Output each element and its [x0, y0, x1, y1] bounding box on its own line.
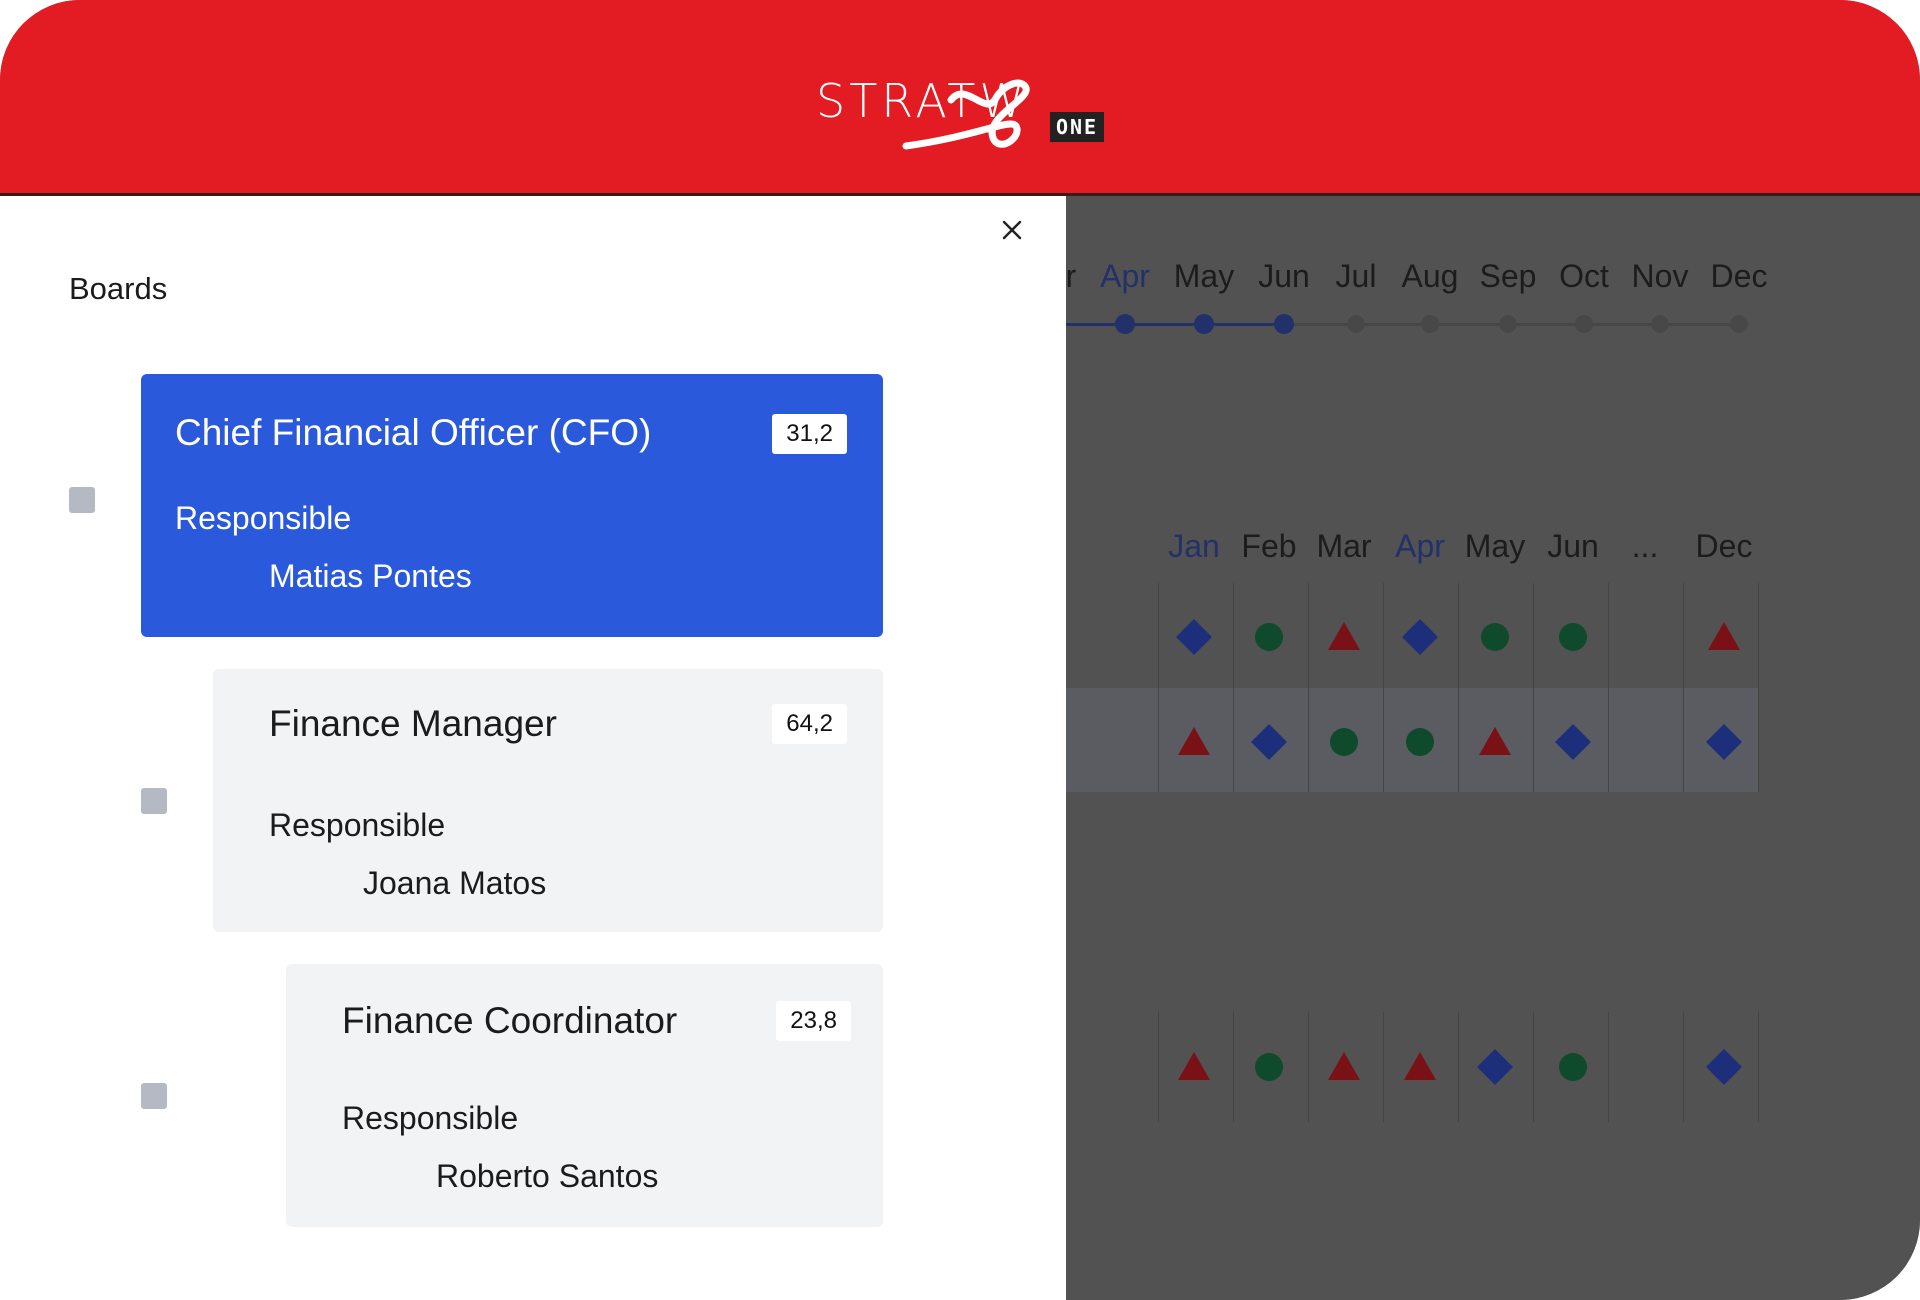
diamond-status-icon[interactable] — [1704, 1047, 1744, 1087]
board-title: Finance Coordinator — [342, 1000, 678, 1041]
grid-separator — [1233, 583, 1234, 792]
grid-separator — [1758, 1012, 1759, 1122]
timeline-connector — [1508, 323, 1584, 326]
grid-month-label: Feb — [1241, 528, 1297, 564]
board-card-finance-manager[interactable]: Finance Manager 64,2 Responsible Joana M… — [213, 669, 883, 932]
grid-separator — [1158, 1012, 1159, 1122]
board-title: Chief Financial Officer (CFO) — [175, 412, 652, 453]
grid-separator — [1308, 583, 1309, 792]
timeline-dot[interactable] — [1347, 315, 1365, 333]
grid-month-label: ... — [1631, 528, 1659, 564]
triangle-status-icon[interactable] — [1174, 1047, 1214, 1087]
logo-badge: ONE — [1050, 112, 1104, 142]
responsible-name: Roberto Santos — [436, 1158, 659, 1194]
timeline-month-may[interactable]: May — [1174, 258, 1234, 295]
diamond-status-icon[interactable] — [1249, 722, 1289, 762]
timeline-dot[interactable] — [1499, 315, 1517, 333]
triangle-status-icon[interactable] — [1174, 722, 1214, 762]
timeline-dot[interactable] — [1115, 314, 1135, 334]
grid-separator — [1383, 1012, 1384, 1122]
app-header: STRATW ONE — [0, 0, 1920, 196]
timeline-month-jun[interactable]: Jun — [1258, 258, 1310, 295]
board-card-finance-coordinator[interactable]: Finance Coordinator 23,8 Responsible Rob… — [286, 964, 883, 1227]
grid-separator — [1683, 583, 1684, 792]
board-score: 64,2 — [772, 704, 847, 744]
timeline-month-nov[interactable]: Nov — [1632, 258, 1689, 295]
timeline-month-dec[interactable]: Dec — [1711, 258, 1768, 295]
diamond-status-icon[interactable] — [1475, 1047, 1515, 1087]
circle-status-icon[interactable] — [1475, 617, 1515, 657]
timeline-month-sep[interactable]: Sep — [1480, 258, 1537, 295]
grid-month-label: Mar — [1316, 528, 1372, 564]
board-score: 23,8 — [776, 1001, 851, 1041]
grid-month-label: Jun — [1547, 528, 1599, 564]
timeline-connector — [1356, 323, 1430, 326]
responsible-name: Matias Pontes — [269, 558, 472, 594]
timeline-dot[interactable] — [1730, 315, 1748, 333]
grid-month-label: Apr — [1395, 528, 1445, 564]
diamond-status-icon[interactable] — [1400, 617, 1440, 657]
circle-status-icon[interactable] — [1553, 1047, 1593, 1087]
timeline-connector — [1284, 323, 1356, 326]
app-frame: STRATW ONE r Apr May Jun Jul Aug Sep Oct Nov Dec … — [0, 0, 1920, 1300]
triangle-status-icon[interactable] — [1324, 617, 1364, 657]
timeline-month-apr[interactable]: Apr — [1100, 258, 1150, 295]
grid-separator — [1758, 583, 1759, 792]
responsible-label: Responsible — [269, 807, 446, 843]
grid-separator — [1608, 583, 1609, 792]
close-icon[interactable] — [998, 216, 1026, 244]
timeline-month-aug[interactable]: Aug — [1402, 258, 1459, 295]
timeline-dot[interactable] — [1274, 314, 1294, 334]
triangle-status-icon[interactable] — [1400, 1047, 1440, 1087]
brand-logo[interactable]: STRATW ONE — [816, 72, 1106, 152]
circle-status-icon[interactable] — [1553, 617, 1593, 657]
grid-separator — [1383, 583, 1384, 792]
grid-separator — [1458, 583, 1459, 792]
circle-status-icon[interactable] — [1324, 722, 1364, 762]
grid-month-label: Dec — [1695, 528, 1753, 564]
timeline-dot[interactable] — [1421, 315, 1439, 333]
grid-month-label: Jan — [1168, 528, 1220, 564]
responsible-name: Joana Matos — [363, 865, 547, 901]
timeline-connector — [1660, 323, 1739, 326]
timeline-month-jul[interactable]: Jul — [1336, 258, 1377, 295]
timeline-month-partial: r — [1065, 258, 1077, 294]
board-checkbox[interactable] — [141, 1083, 167, 1109]
board-card-cfo[interactable]: Chief Financial Officer (CFO) 31,2 Respo… — [141, 374, 883, 637]
circle-status-icon[interactable] — [1249, 617, 1289, 657]
grid-separator — [1458, 1012, 1459, 1122]
timeline-dot[interactable] — [1194, 314, 1214, 334]
grid-separator — [1158, 583, 1159, 792]
timeline-connector — [1584, 323, 1660, 326]
diamond-status-icon[interactable] — [1704, 722, 1744, 762]
responsible-label: Responsible — [342, 1100, 519, 1136]
grid-separator — [1308, 1012, 1309, 1122]
triangle-status-icon[interactable] — [1704, 617, 1744, 657]
grid-separator — [1233, 1012, 1234, 1122]
grid-separator — [1608, 1012, 1609, 1122]
timeline-month-oct[interactable]: Oct — [1559, 258, 1609, 295]
board-checkbox[interactable] — [141, 788, 167, 814]
responsible-label: Responsible — [175, 500, 352, 536]
grid-separator — [1683, 1012, 1684, 1122]
triangle-status-icon[interactable] — [1475, 722, 1515, 762]
timeline-connector — [1125, 323, 1204, 326]
circle-status-icon[interactable] — [1400, 722, 1440, 762]
drawer-title: Boards — [69, 271, 168, 306]
board-checkbox[interactable] — [69, 487, 95, 513]
board-title: Finance Manager — [269, 703, 557, 744]
grid-month-label: May — [1464, 528, 1526, 564]
circle-status-icon[interactable] — [1249, 1047, 1289, 1087]
timeline-dot[interactable] — [1575, 315, 1593, 333]
timeline-connector — [1204, 323, 1284, 326]
timeline-connector — [1430, 323, 1508, 326]
board-score: 31,2 — [772, 414, 847, 454]
diamond-status-icon[interactable] — [1174, 617, 1214, 657]
grid-separator — [1533, 583, 1534, 792]
triangle-status-icon[interactable] — [1324, 1047, 1364, 1087]
timeline-dot[interactable] — [1651, 315, 1669, 333]
grid-separator — [1533, 1012, 1534, 1122]
diamond-status-icon[interactable] — [1553, 722, 1593, 762]
